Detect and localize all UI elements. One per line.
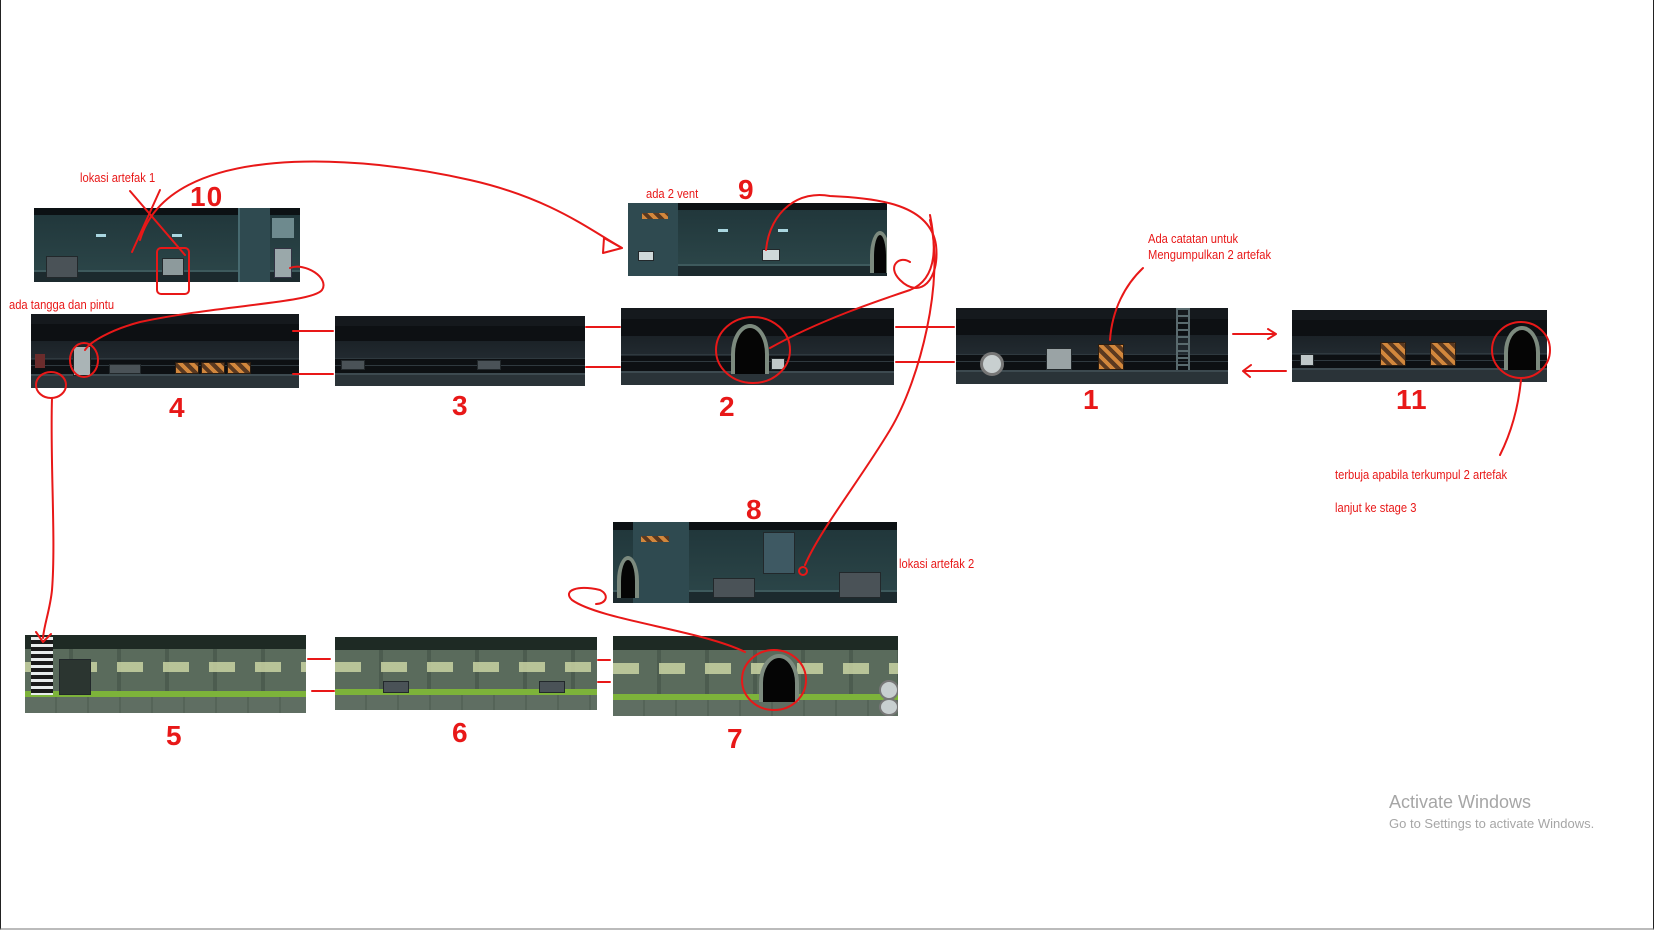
room-label-10: 10 <box>190 181 224 212</box>
room-label-7: 7 <box>727 723 744 754</box>
highlight-room-4-floor <box>35 371 67 399</box>
connector-6-7 <box>597 659 611 683</box>
marker-artifact-2 <box>798 566 808 576</box>
route-9-vent-loop <box>765 194 938 289</box>
room-label-2: 2 <box>719 391 736 422</box>
note-collect-line-2: Mengumpulkan 2 artefak <box>1148 247 1272 262</box>
note-vents: ada 2 vent <box>646 186 699 201</box>
connector-4-3 <box>292 330 334 375</box>
route-9-to-8 <box>804 219 936 566</box>
connector-5-6 <box>307 658 335 692</box>
room-label-4: 4 <box>169 392 186 423</box>
room-label-11: 11 <box>1396 384 1428 415</box>
highlight-room-11-gate <box>1491 321 1551 379</box>
room-label-6: 6 <box>452 717 469 748</box>
highlight-room-2-arch <box>715 316 791 384</box>
route-10-to-4 <box>84 265 325 351</box>
highlight-room-7-arch <box>741 649 807 711</box>
room-label-9: 9 <box>738 174 755 205</box>
note-gate-opens: terbuja apabila terkumpul 2 artefak <box>1335 467 1508 482</box>
arrow-11-to-1 <box>1242 364 1287 378</box>
highlight-room-4-door <box>69 342 99 378</box>
note-collect-line-1: Ada catatan untuk <box>1148 231 1239 246</box>
note-artifact-1: lokasi artefak 1 <box>80 170 156 185</box>
room-label-1: 1 <box>1083 384 1100 415</box>
level-map-canvas: 1 2 3 4 5 6 7 8 9 10 11 lokasi artefak 1… <box>0 0 1654 931</box>
room-label-8: 8 <box>746 494 763 525</box>
note-artifact-2: lokasi artefak 2 <box>899 556 975 571</box>
room-label-5: 5 <box>166 720 183 751</box>
connector-2-1 <box>895 326 955 363</box>
pointer-note-room-1 <box>1109 267 1144 341</box>
pointer-artifact-1 <box>129 190 186 256</box>
windows-activation-watermark: Activate Windows Go to Settings to activ… <box>1389 792 1594 831</box>
note-next-stage: lanjut ke stage 3 <box>1335 500 1417 515</box>
connector-3-2 <box>585 326 621 368</box>
note-stairs-door: ada tangga dan pintu <box>9 297 115 312</box>
room-label-3: 3 <box>452 390 469 421</box>
arrow-1-to-11 <box>1232 328 1277 340</box>
route-2-to-9 <box>769 214 935 349</box>
watermark-subtitle: Go to Settings to activate Windows. <box>1389 816 1595 831</box>
arrowhead-9 <box>602 237 623 254</box>
route-7-to-8 <box>568 587 746 653</box>
route-4-to-5 <box>42 397 55 639</box>
watermark-title: Activate Windows <box>1389 792 1532 812</box>
pointer-room-11-gate <box>1499 379 1522 456</box>
